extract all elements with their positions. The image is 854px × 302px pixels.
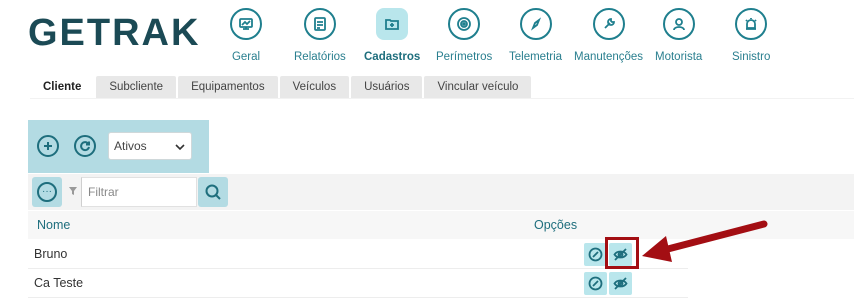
edit-button[interactable] xyxy=(584,272,607,295)
table-row: Ca Teste xyxy=(28,269,688,298)
nav-item-sinistro[interactable]: Sinistro xyxy=(732,8,770,63)
refresh-icon xyxy=(80,141,90,152)
client-name: Bruno xyxy=(34,247,68,261)
perimeter-target-icon xyxy=(448,8,481,40)
nav-label: Cadastros xyxy=(364,51,421,63)
tab-subcliente[interactable]: Subcliente xyxy=(96,76,177,98)
ellipsis-icon: ··· xyxy=(37,182,57,202)
edit-button[interactable] xyxy=(584,243,607,266)
nav-item-motorista[interactable]: Motorista xyxy=(655,8,702,63)
nav-label: Relatórios xyxy=(294,51,346,63)
folder-add-icon xyxy=(376,8,409,40)
tab-cliente[interactable]: Cliente xyxy=(30,76,95,98)
wrench-icon xyxy=(592,8,625,40)
nav-item-manutencoes[interactable]: Manutenções xyxy=(574,8,643,63)
driver-icon xyxy=(662,8,695,40)
nav-label: Geral xyxy=(231,51,261,63)
nav-item-cadastros[interactable]: Cadastros xyxy=(364,8,420,63)
eye-off-icon xyxy=(613,277,628,290)
column-header-name: Nome xyxy=(37,218,71,232)
report-icon xyxy=(303,8,336,40)
refresh-button[interactable] xyxy=(74,135,96,157)
highlight-box xyxy=(605,237,639,269)
compass-icon xyxy=(519,8,552,40)
plus-icon xyxy=(44,142,52,150)
list-toolbar: Ativos xyxy=(28,120,209,173)
tab-veiculos[interactable]: Veículos xyxy=(279,76,350,98)
nav-item-relatorios[interactable]: Relatórios xyxy=(294,8,346,63)
nav-item-geral[interactable]: Geral xyxy=(230,8,262,63)
column-header-options: Opções xyxy=(534,218,578,232)
search-button[interactable] xyxy=(198,177,228,207)
chart-monitor-icon xyxy=(230,8,262,40)
tab-vincular-veiculo[interactable]: Vincular veículo xyxy=(424,76,532,98)
more-options-button[interactable]: ··· xyxy=(32,177,62,207)
nav-label: Perímetros xyxy=(436,51,493,63)
table-row: Bruno xyxy=(28,240,688,269)
filter-input[interactable] xyxy=(81,177,197,207)
getrak-logo: GETRAK xyxy=(28,12,200,52)
alarm-siren-icon xyxy=(735,8,768,40)
nav-item-perimetros[interactable]: Perímetros xyxy=(436,8,492,63)
edit-pencil-icon xyxy=(588,276,603,291)
nav-label: Telemetria xyxy=(509,51,563,63)
annotation-arrow xyxy=(642,220,768,262)
add-button[interactable] xyxy=(37,135,59,157)
client-name: Ca Teste xyxy=(34,276,84,290)
tab-usuarios[interactable]: Usuários xyxy=(351,76,423,98)
nav-label: Sinistro xyxy=(732,51,771,63)
filter-row: ··· xyxy=(28,174,854,210)
edit-pencil-icon xyxy=(588,247,603,262)
nav-label: Manutenções xyxy=(574,51,644,63)
tab-bar: Cliente Subcliente Equipamentos Veículos… xyxy=(30,76,532,98)
nav-item-telemetria[interactable]: Telemetria xyxy=(509,8,562,63)
chevron-down-icon xyxy=(175,144,185,151)
status-select-value: Ativos xyxy=(114,139,147,153)
deactivate-button[interactable] xyxy=(609,272,632,295)
status-select[interactable]: Ativos xyxy=(108,132,192,160)
svg-text:GETRAK: GETRAK xyxy=(28,12,200,52)
tab-divider xyxy=(30,98,854,99)
nav-label: Motorista xyxy=(655,51,703,63)
filter-icon xyxy=(69,187,77,195)
tab-equipamentos[interactable]: Equipamentos xyxy=(178,76,278,98)
search-icon xyxy=(205,184,221,200)
